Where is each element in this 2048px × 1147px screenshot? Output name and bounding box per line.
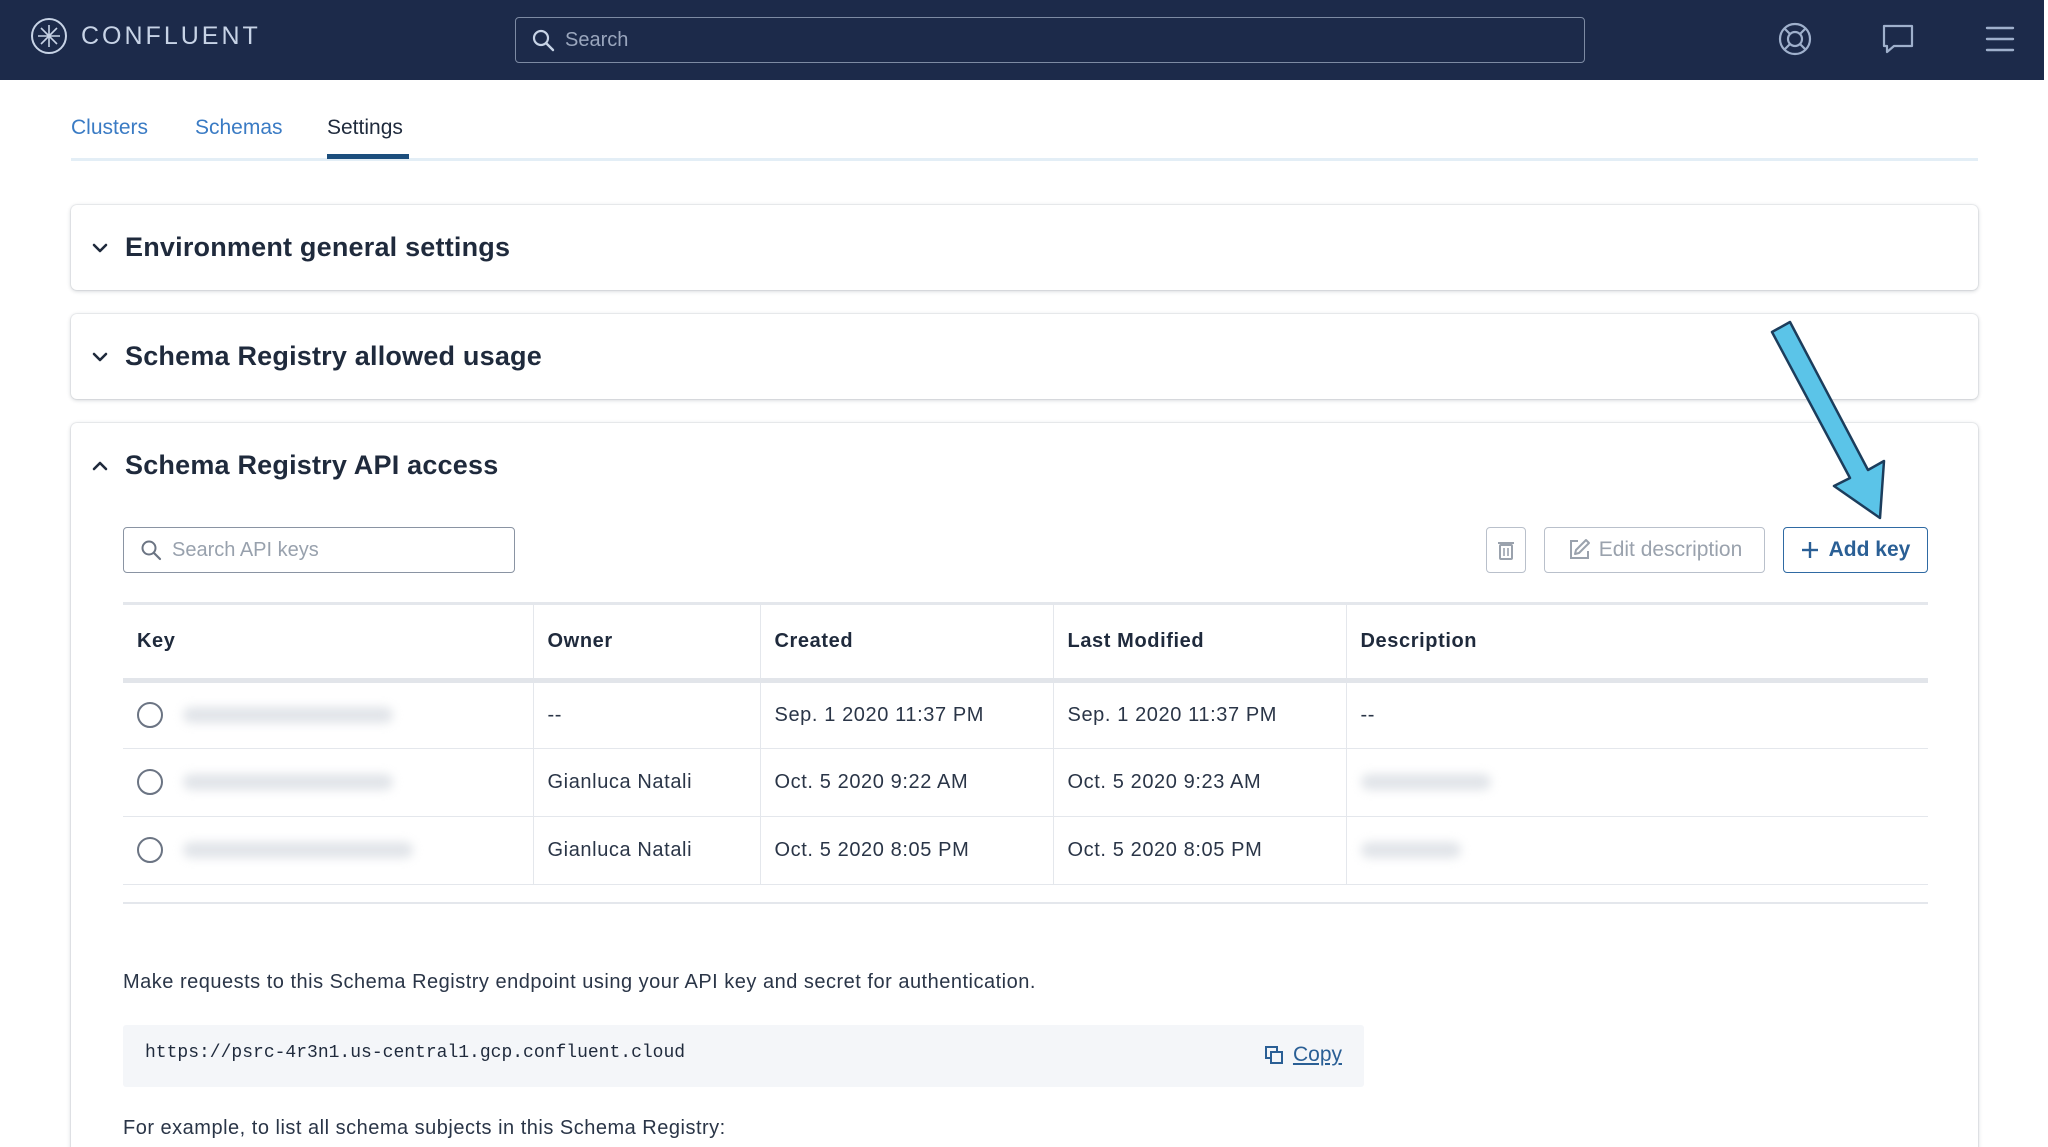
key-cell	[123, 748, 533, 817]
add-key-button[interactable]: Add key	[1783, 527, 1928, 573]
annotation-arrow-icon	[1770, 320, 1886, 520]
chevron-up-icon	[92, 461, 108, 470]
owner-cell: --	[532, 680, 760, 749]
row-select-radio[interactable]	[137, 769, 163, 795]
chat-icon[interactable]	[1878, 19, 1918, 59]
table-row[interactable]: Gianluca Natali Oct. 5 2020 8:05 PM Oct.…	[123, 816, 1928, 885]
created-cell: Oct. 5 2020 8:05 PM	[759, 816, 1053, 885]
global-search[interactable]	[515, 17, 1585, 63]
example-instructions: For example, to list all schema subjects…	[123, 1117, 726, 1139]
key-cell	[123, 816, 533, 885]
chevron-down-icon	[92, 243, 108, 252]
section-header-general[interactable]: Environment general settings	[89, 232, 510, 263]
copy-icon	[1264, 1046, 1283, 1064]
description-cell	[1345, 748, 1928, 817]
top-navigation-bar: CONFLUENT	[0, 0, 2044, 80]
section-title: Environment general settings	[125, 232, 511, 262]
plus-icon	[1801, 542, 1818, 558]
created-cell: Sep. 1 2020 11:37 PM	[759, 680, 1053, 749]
description-cell: --	[1345, 680, 1928, 749]
column-header-description[interactable]: Description	[1345, 605, 1928, 683]
endpoint-code-box: https://psrc-4r3n1.us-central1.gcp.confl…	[123, 1025, 1364, 1087]
search-icon	[532, 29, 555, 52]
logo-text: CONFLUENT	[81, 21, 261, 50]
row-select-radio[interactable]	[137, 702, 163, 728]
redacted-description	[1360, 774, 1491, 791]
redacted-description	[1360, 842, 1461, 859]
section-schema-registry-api-access: Schema Registry API access Edit descript…	[71, 423, 1978, 1147]
confluent-logo[interactable]: CONFLUENT	[30, 17, 261, 55]
tab-settings[interactable]: Settings	[327, 116, 403, 140]
owner-cell: Gianluca Natali	[532, 748, 760, 817]
tab-schemas[interactable]: Schemas	[195, 116, 283, 140]
section-title: Schema Registry API access	[125, 450, 499, 480]
help-lifebuoy-icon[interactable]	[1775, 19, 1815, 59]
column-header-created[interactable]: Created	[759, 605, 1053, 683]
table-header-row: Key Owner Created Last Modified Descript…	[123, 605, 1928, 683]
delete-key-button[interactable]	[1486, 527, 1526, 573]
column-header-owner[interactable]: Owner	[532, 605, 760, 683]
section-header-usage[interactable]: Schema Registry allowed usage	[89, 341, 542, 372]
section-environment-general-settings: Environment general settings	[71, 205, 1978, 290]
description-cell	[1345, 816, 1928, 885]
active-tab-indicator	[327, 154, 409, 159]
edit-icon	[1569, 539, 1590, 559]
key-cell	[123, 680, 533, 749]
api-keys-table: Key Owner Created Last Modified Descript…	[123, 605, 1928, 885]
column-header-last-modified[interactable]: Last Modified	[1052, 605, 1346, 683]
confluent-logo-icon	[31, 18, 67, 54]
edit-description-button[interactable]: Edit description	[1544, 527, 1765, 573]
owner-cell: Gianluca Natali	[532, 816, 760, 885]
table-row[interactable]: Gianluca Natali Oct. 5 2020 9:22 AM Oct.…	[123, 748, 1928, 817]
search-icon	[141, 540, 162, 561]
copy-label: Copy	[1292, 1043, 1342, 1066]
created-cell: Oct. 5 2020 9:22 AM	[759, 748, 1053, 817]
endpoint-url: https://psrc-4r3n1.us-central1.gcp.confl…	[145, 1043, 686, 1063]
section-title: Schema Registry allowed usage	[125, 341, 542, 371]
last-modified-cell: Oct. 5 2020 8:05 PM	[1052, 816, 1346, 885]
copy-button[interactable]: Copy	[1264, 1043, 1342, 1067]
column-header-key[interactable]: Key	[123, 605, 533, 683]
api-keys-search[interactable]	[123, 527, 515, 573]
section-schema-registry-allowed-usage: Schema Registry allowed usage	[71, 314, 1978, 399]
endpoint-instructions: Make requests to this Schema Registry en…	[123, 971, 1036, 993]
table-bottom-border	[123, 902, 1928, 904]
chevron-down-icon	[92, 352, 108, 361]
last-modified-cell: Sep. 1 2020 11:37 PM	[1052, 680, 1346, 749]
edit-description-label: Edit description	[1598, 538, 1743, 561]
api-keys-search-input[interactable]	[172, 538, 514, 562]
trash-icon	[1498, 542, 1514, 560]
menu-icon[interactable]	[1980, 19, 2020, 59]
add-key-label: Add key	[1828, 538, 1911, 561]
redacted-key	[183, 774, 394, 790]
app-window: CONFLUENT Search Clusters Schemas Settin…	[0, 0, 2048, 1147]
last-modified-cell: Oct. 5 2020 9:23 AM	[1052, 748, 1346, 817]
section-header-api[interactable]: Schema Registry API access	[89, 450, 498, 481]
table-row[interactable]: -- Sep. 1 2020 11:37 PM Sep. 1 2020 11:3…	[123, 680, 1928, 749]
redacted-key	[183, 842, 414, 858]
row-select-radio[interactable]	[137, 837, 163, 863]
tab-bar: Clusters Schemas Settings	[71, 111, 1978, 161]
redacted-key	[183, 707, 394, 723]
global-search-input[interactable]	[565, 20, 1584, 60]
tab-clusters[interactable]: Clusters	[71, 116, 148, 140]
